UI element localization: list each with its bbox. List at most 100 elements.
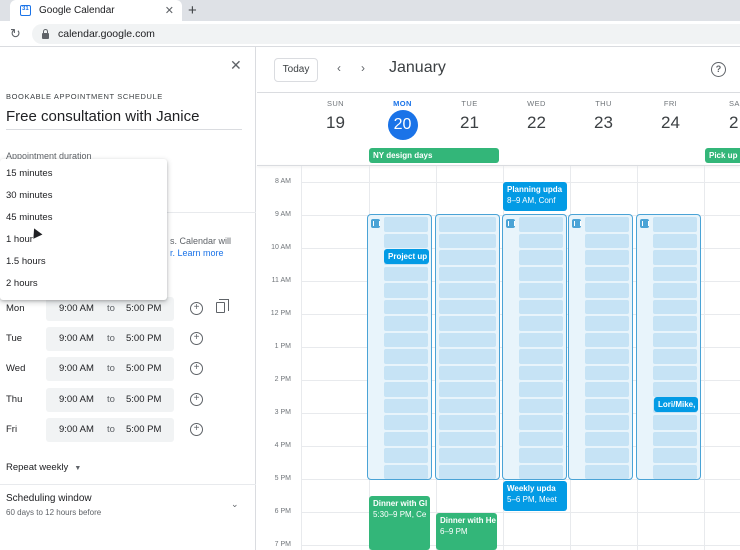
appointment-slot[interactable] (439, 266, 496, 281)
appointment-slot[interactable] (439, 316, 496, 331)
tab-close-icon[interactable]: ✕ (165, 4, 174, 17)
schedule-title-input[interactable]: Free consultation with Janice (6, 108, 242, 130)
appointment-slot[interactable] (384, 217, 428, 232)
add-time-icon[interactable]: + (190, 362, 203, 375)
event-weekly-update[interactable]: Weekly upda 5–6 PM, Meet (503, 481, 567, 511)
appointment-slot[interactable] (439, 349, 496, 364)
appointment-slot[interactable] (439, 283, 496, 298)
appointment-slot[interactable] (585, 365, 629, 380)
learn-more-link[interactable]: r. Learn more (170, 247, 231, 259)
appointment-slot[interactable] (519, 365, 563, 380)
appointment-slot[interactable] (439, 233, 496, 248)
appointment-slot[interactable] (585, 398, 629, 413)
appointment-slot[interactable] (519, 233, 563, 248)
end-time[interactable]: 5:00 PM (126, 363, 161, 374)
appointment-slot[interactable] (519, 266, 563, 281)
appointment-slot[interactable] (653, 283, 697, 298)
appointment-slot[interactable] (653, 431, 697, 446)
day-header-thu[interactable]: THU 23 (570, 99, 637, 133)
day-header-sun[interactable]: SUN 19 (302, 99, 369, 133)
appointment-slot[interactable] (653, 266, 697, 281)
appointment-slot[interactable] (384, 283, 428, 298)
scheduling-window-title[interactable]: Scheduling window (6, 493, 92, 504)
end-time[interactable]: 5:00 PM (126, 424, 161, 435)
time-range[interactable]: 9:00 AM to 5:00 PM (46, 418, 174, 442)
appointment-slot[interactable] (439, 250, 496, 265)
day-header-tue[interactable]: TUE 21 (436, 99, 503, 133)
duration-option[interactable]: 2 hours (6, 278, 38, 289)
day-number-today[interactable]: 20 (387, 110, 418, 140)
appointment-slot[interactable] (519, 398, 563, 413)
time-range[interactable]: 9:00 AM to 5:00 PM (46, 357, 174, 381)
omnibox[interactable]: calendar.google.com (32, 24, 740, 44)
appointment-slot[interactable] (585, 464, 629, 479)
time-range[interactable]: 9:00 AM to 5:00 PM (46, 297, 174, 321)
appointment-slot[interactable] (585, 415, 629, 430)
appointment-slot[interactable] (519, 217, 563, 232)
event-lori-mike[interactable]: Lori/Mike, (654, 397, 698, 412)
end-time[interactable]: 5:00 PM (126, 333, 161, 344)
appointment-slot[interactable] (439, 448, 496, 463)
appointment-slot[interactable] (585, 431, 629, 446)
appointment-slot[interactable] (439, 382, 496, 397)
event-dinner-1[interactable]: Dinner with Gl 5:30–9 PM, Ce (369, 496, 430, 550)
duration-option[interactable]: 1 hour (6, 234, 33, 245)
appointment-slot[interactable] (519, 415, 563, 430)
appointment-slot[interactable] (653, 382, 697, 397)
day-number[interactable]: 24 (637, 113, 704, 133)
browser-tab[interactable]: Google Calendar ✕ (10, 0, 182, 21)
appointment-slot[interactable] (519, 448, 563, 463)
add-time-icon[interactable]: + (190, 423, 203, 436)
appointment-slot[interactable] (585, 299, 629, 314)
start-time[interactable]: 9:00 AM (59, 363, 94, 374)
appointment-slot[interactable] (653, 415, 697, 430)
appointment-slot[interactable] (384, 349, 428, 364)
appointment-slot[interactable] (384, 415, 428, 430)
add-time-icon[interactable]: + (190, 332, 203, 345)
start-time[interactable]: 9:00 AM (59, 333, 94, 344)
duration-option[interactable]: 45 minutes (6, 212, 52, 223)
duration-option[interactable]: 30 minutes (6, 190, 52, 201)
appointment-slot[interactable] (653, 316, 697, 331)
appointment-slot[interactable] (653, 217, 697, 232)
appointment-slot[interactable] (439, 398, 496, 413)
appointment-slot[interactable] (384, 316, 428, 331)
appointment-slot[interactable] (585, 332, 629, 347)
day-header-sat[interactable]: SA 2 (704, 99, 740, 133)
appointment-slot[interactable] (439, 299, 496, 314)
appointment-slot[interactable] (585, 250, 629, 265)
appointment-slot[interactable] (384, 299, 428, 314)
appointment-slot[interactable] (653, 365, 697, 380)
reload-icon[interactable]: ↻ (10, 26, 21, 42)
appointment-slot[interactable] (519, 299, 563, 314)
duration-option[interactable]: 1.5 hours (6, 256, 46, 267)
duration-option[interactable]: 15 minutes (6, 168, 52, 179)
allday-event[interactable]: Pick up (705, 148, 740, 163)
appointment-slot[interactable] (439, 217, 496, 232)
appointment-slot[interactable] (384, 365, 428, 380)
appointment-slot[interactable] (384, 382, 428, 397)
allday-event[interactable]: NY design days (369, 148, 499, 163)
appointment-slot[interactable] (653, 332, 697, 347)
learn-more-text[interactable]: r. Learn more (170, 248, 224, 258)
appointment-slot[interactable] (439, 464, 496, 479)
close-icon[interactable]: ✕ (230, 57, 242, 74)
end-time[interactable]: 5:00 PM (126, 303, 161, 314)
help-icon[interactable]: ? (711, 62, 726, 77)
appointment-slot[interactable] (384, 332, 428, 347)
end-time[interactable]: 5:00 PM (126, 394, 161, 405)
appointment-slot[interactable] (653, 448, 697, 463)
appointment-slot[interactable] (653, 349, 697, 364)
today-button[interactable]: Today (274, 58, 318, 82)
appointment-slot[interactable] (519, 349, 563, 364)
chevron-left-icon[interactable]: ‹ (337, 61, 341, 75)
appointment-slot[interactable] (519, 382, 563, 397)
appointment-slot[interactable] (585, 233, 629, 248)
appointment-slot[interactable] (585, 316, 629, 331)
chevron-right-icon[interactable]: › (361, 61, 365, 75)
new-tab-icon[interactable]: + (188, 2, 197, 19)
appointment-slot[interactable] (585, 217, 629, 232)
appointment-slot[interactable] (585, 283, 629, 298)
day-number[interactable]: 19 (302, 113, 369, 133)
appointment-slot[interactable] (585, 266, 629, 281)
